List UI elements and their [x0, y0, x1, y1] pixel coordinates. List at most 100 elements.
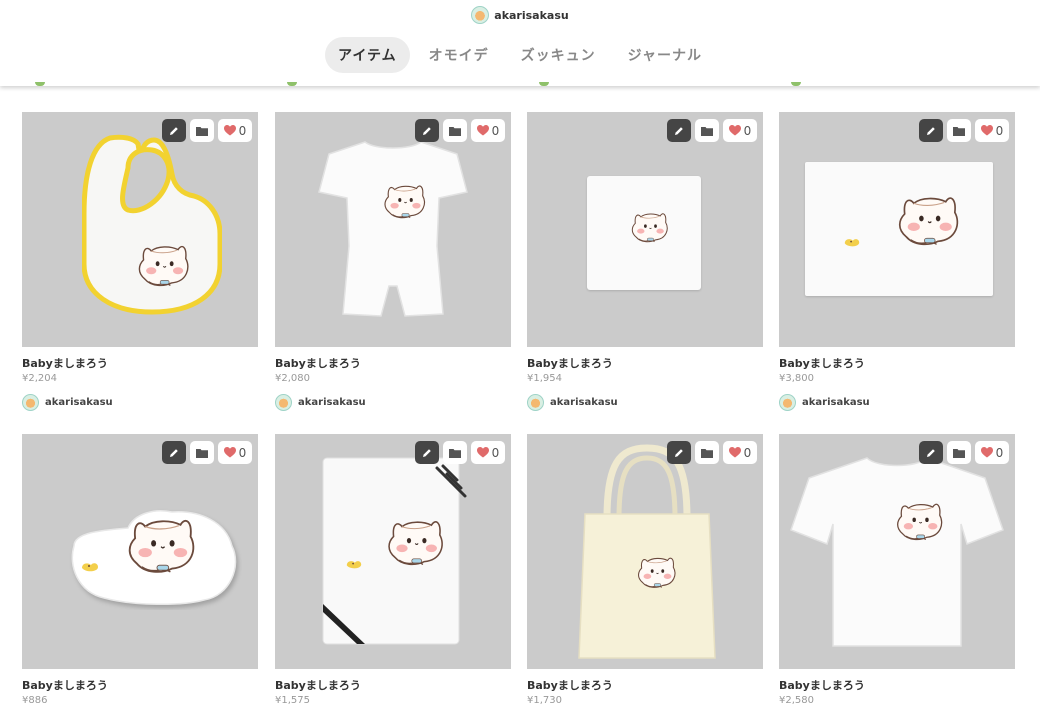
profile-link[interactable]: akarisakasu [0, 5, 1040, 25]
owner-name: akarisakasu [298, 397, 366, 408]
add-to-folder-button[interactable] [190, 441, 214, 464]
profile-tabs: アイテム オモイデ ズッキュン ジャーナル [0, 37, 1040, 73]
edit-button[interactable] [919, 119, 943, 142]
heart-icon [223, 125, 236, 136]
item-card: 0 Babyましまろう ¥1,954 akarisakasu [527, 112, 763, 411]
item-thumbnail[interactable]: 0 [22, 112, 258, 347]
item-card: 0 Babyましまろう ¥2,204 akarisakasu [22, 112, 258, 411]
add-to-folder-button[interactable] [190, 119, 214, 142]
item-actions: 0 [667, 441, 757, 464]
item-owner[interactable]: akarisakasu [527, 394, 763, 411]
item-card: 0 Babyましまろう ¥1,730 [527, 434, 763, 709]
item-thumbnail[interactable]: 0 [527, 112, 763, 347]
add-to-folder-button[interactable] [695, 119, 719, 142]
item-actions: 0 [415, 119, 505, 142]
item-title[interactable]: Babyましまろう [527, 677, 763, 692]
item-actions: 0 [162, 119, 252, 142]
chick-illustration [345, 558, 363, 571]
item-title[interactable]: Babyましまろう [527, 355, 763, 370]
owner-name: akarisakasu [550, 397, 618, 408]
edit-button[interactable] [667, 119, 691, 142]
pencil-icon [170, 126, 178, 135]
edit-button[interactable] [415, 119, 439, 142]
item-thumbnail[interactable]: 0 [22, 434, 258, 669]
tab-zukkyun[interactable]: ズッキュン [508, 37, 609, 73]
like-button[interactable]: 0 [975, 441, 1009, 464]
tab-journal[interactable]: ジャーナル [615, 37, 715, 73]
item-actions: 0 [162, 441, 252, 464]
item-thumbnail[interactable]: 0 [527, 434, 763, 669]
item-actions: 0 [919, 441, 1009, 464]
like-count: 0 [995, 123, 1004, 138]
item-card: 0 Babyましまろう ¥2,080 akarisakasu [275, 112, 511, 411]
item-title[interactable]: Babyましまろう [22, 355, 258, 370]
scrolled-avatar-edge [791, 82, 801, 86]
edit-button[interactable] [162, 119, 186, 142]
like-button[interactable]: 0 [218, 119, 252, 142]
item-thumbnail[interactable]: 0 [779, 112, 1015, 347]
item-owner[interactable]: akarisakasu [22, 394, 258, 411]
add-to-folder-button[interactable] [947, 441, 971, 464]
edit-button[interactable] [919, 441, 943, 464]
item-card: 0 Babyましまろう ¥2,580 [779, 434, 1015, 709]
item-price: ¥1,730 [527, 695, 562, 706]
scrolled-avatar-edge [287, 82, 297, 86]
like-button[interactable]: 0 [471, 441, 505, 464]
heart-icon [223, 447, 236, 458]
like-button[interactable]: 0 [471, 119, 505, 142]
pencil-icon [927, 448, 935, 457]
item-title[interactable]: Babyましまろう [779, 677, 1015, 692]
chick-illustration [843, 236, 861, 249]
tab-items[interactable]: アイテム [325, 37, 410, 73]
item-price: ¥1,954 [527, 373, 562, 384]
like-button[interactable]: 0 [218, 441, 252, 464]
item-thumbnail[interactable]: 0 [779, 434, 1015, 669]
folder-icon [196, 448, 208, 458]
owner-name: akarisakasu [45, 397, 113, 408]
item-title[interactable]: Babyましまろう [275, 355, 511, 370]
add-to-folder-button[interactable] [695, 441, 719, 464]
item-thumbnail[interactable]: 0 [275, 434, 511, 669]
item-title[interactable]: Babyましまろう [275, 677, 511, 692]
folder-icon [701, 448, 713, 458]
scrolled-avatar-edge [539, 82, 549, 86]
item-price: ¥1,575 [275, 695, 310, 706]
mascot-illustration [891, 192, 967, 248]
heart-icon [728, 125, 741, 136]
item-title[interactable]: Babyましまろう [779, 355, 1015, 370]
t-shirt-image [790, 457, 1004, 647]
edit-button[interactable] [667, 441, 691, 464]
item-price: ¥886 [22, 695, 48, 706]
pencil-icon [423, 126, 431, 135]
owner-avatar [22, 394, 39, 411]
mascot-illustration [891, 500, 949, 542]
folder-icon [701, 126, 713, 136]
item-owner[interactable]: akarisakasu [779, 394, 1015, 411]
like-button[interactable]: 0 [723, 119, 757, 142]
folder-icon [953, 126, 965, 136]
item-price: ¥2,204 [22, 373, 57, 384]
like-count: 0 [743, 445, 752, 460]
tab-omoide[interactable]: オモイデ [416, 37, 502, 73]
like-button[interactable]: 0 [975, 119, 1009, 142]
mascot-illustration [381, 516, 451, 568]
add-to-folder-button[interactable] [443, 119, 467, 142]
add-to-folder-button[interactable] [947, 119, 971, 142]
edit-button[interactable] [415, 441, 439, 464]
item-title[interactable]: Babyましまろう [22, 677, 258, 692]
item-price: ¥2,580 [779, 695, 814, 706]
pencil-icon [423, 448, 431, 457]
pencil-icon [675, 448, 683, 457]
pencil-icon [170, 448, 178, 457]
edit-button[interactable] [162, 441, 186, 464]
owner-avatar [275, 394, 292, 411]
item-thumbnail[interactable]: 0 [275, 112, 511, 347]
item-owner[interactable]: akarisakasu [275, 394, 511, 411]
mascot-illustration [120, 514, 204, 576]
profile-username: akarisakasu [494, 8, 569, 22]
heart-icon [728, 447, 741, 458]
add-to-folder-button[interactable] [443, 441, 467, 464]
folder-icon [449, 448, 461, 458]
like-count: 0 [995, 445, 1004, 460]
like-button[interactable]: 0 [723, 441, 757, 464]
